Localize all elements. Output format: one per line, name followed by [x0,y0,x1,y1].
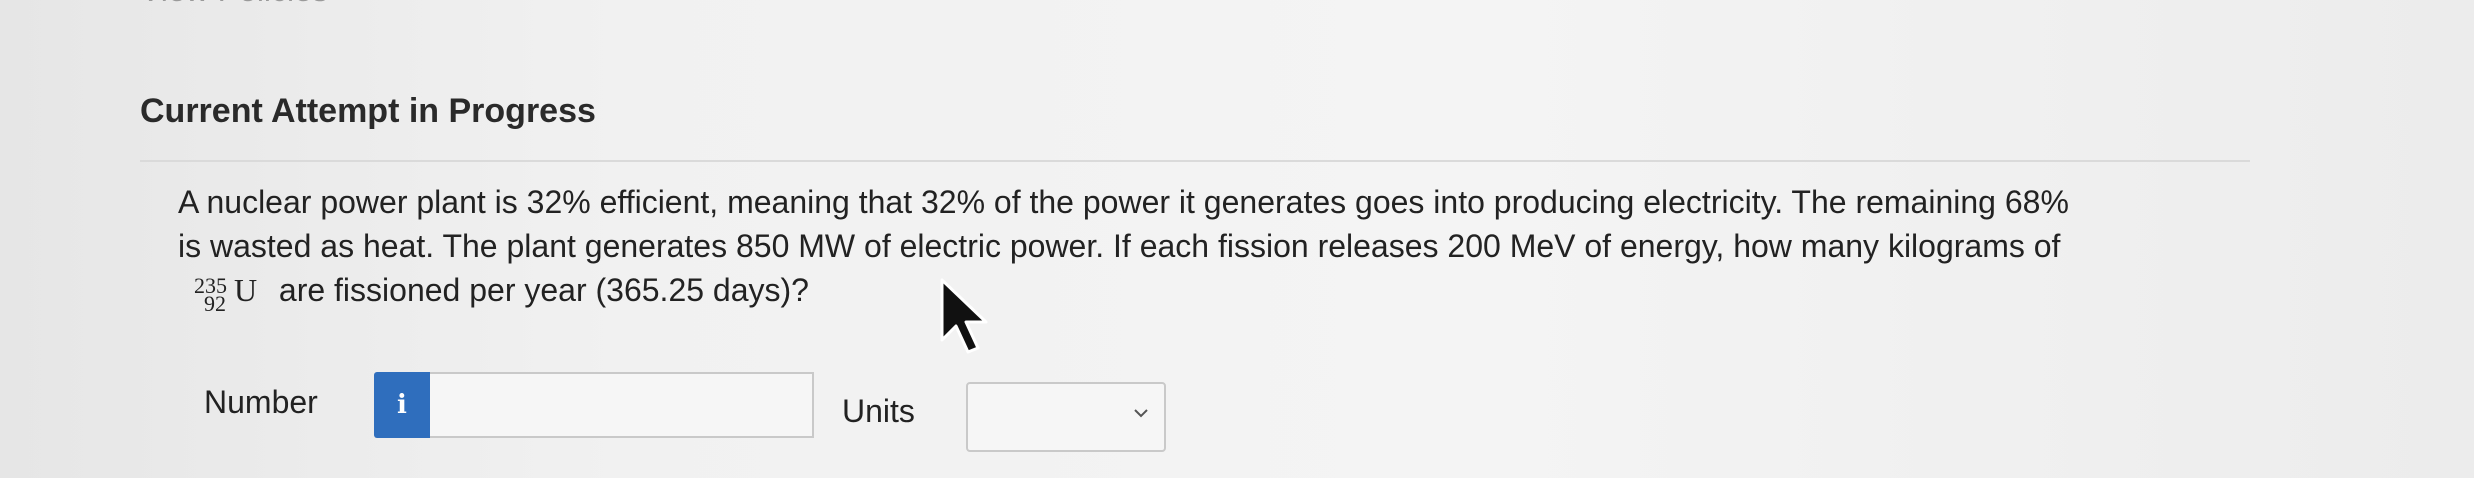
nuclide-atomic-number: 92 [204,291,226,316]
question-line-3-text: are fissioned per year (365.25 days)? [278,272,809,308]
units-select[interactable] [966,382,1166,452]
attempt-status-heading: Current Attempt in Progress [140,92,596,130]
chevron-down-icon [1134,409,1148,418]
mouse-pointer-icon [940,278,988,354]
question-text: A nuclear power plant is 32% efficient, … [178,180,2278,316]
question-line-2: is wasted as heat. The plant generates 8… [178,228,2061,264]
view-policies-link[interactable]: View Policies [140,0,328,9]
units-label: Units [842,393,915,429]
question-line-3: 235 92 U are fissioned per year (365.25 … [178,268,2278,316]
uranium-235-nuclide: 235 92 U [192,268,270,316]
divider [140,160,2250,162]
number-input[interactable] [430,372,814,438]
info-icon[interactable]: i [374,372,430,438]
number-label: Number [204,384,318,420]
question-line-1: A nuclear power plant is 32% efficient, … [178,184,2069,220]
nuclide-symbol: U [234,272,258,308]
